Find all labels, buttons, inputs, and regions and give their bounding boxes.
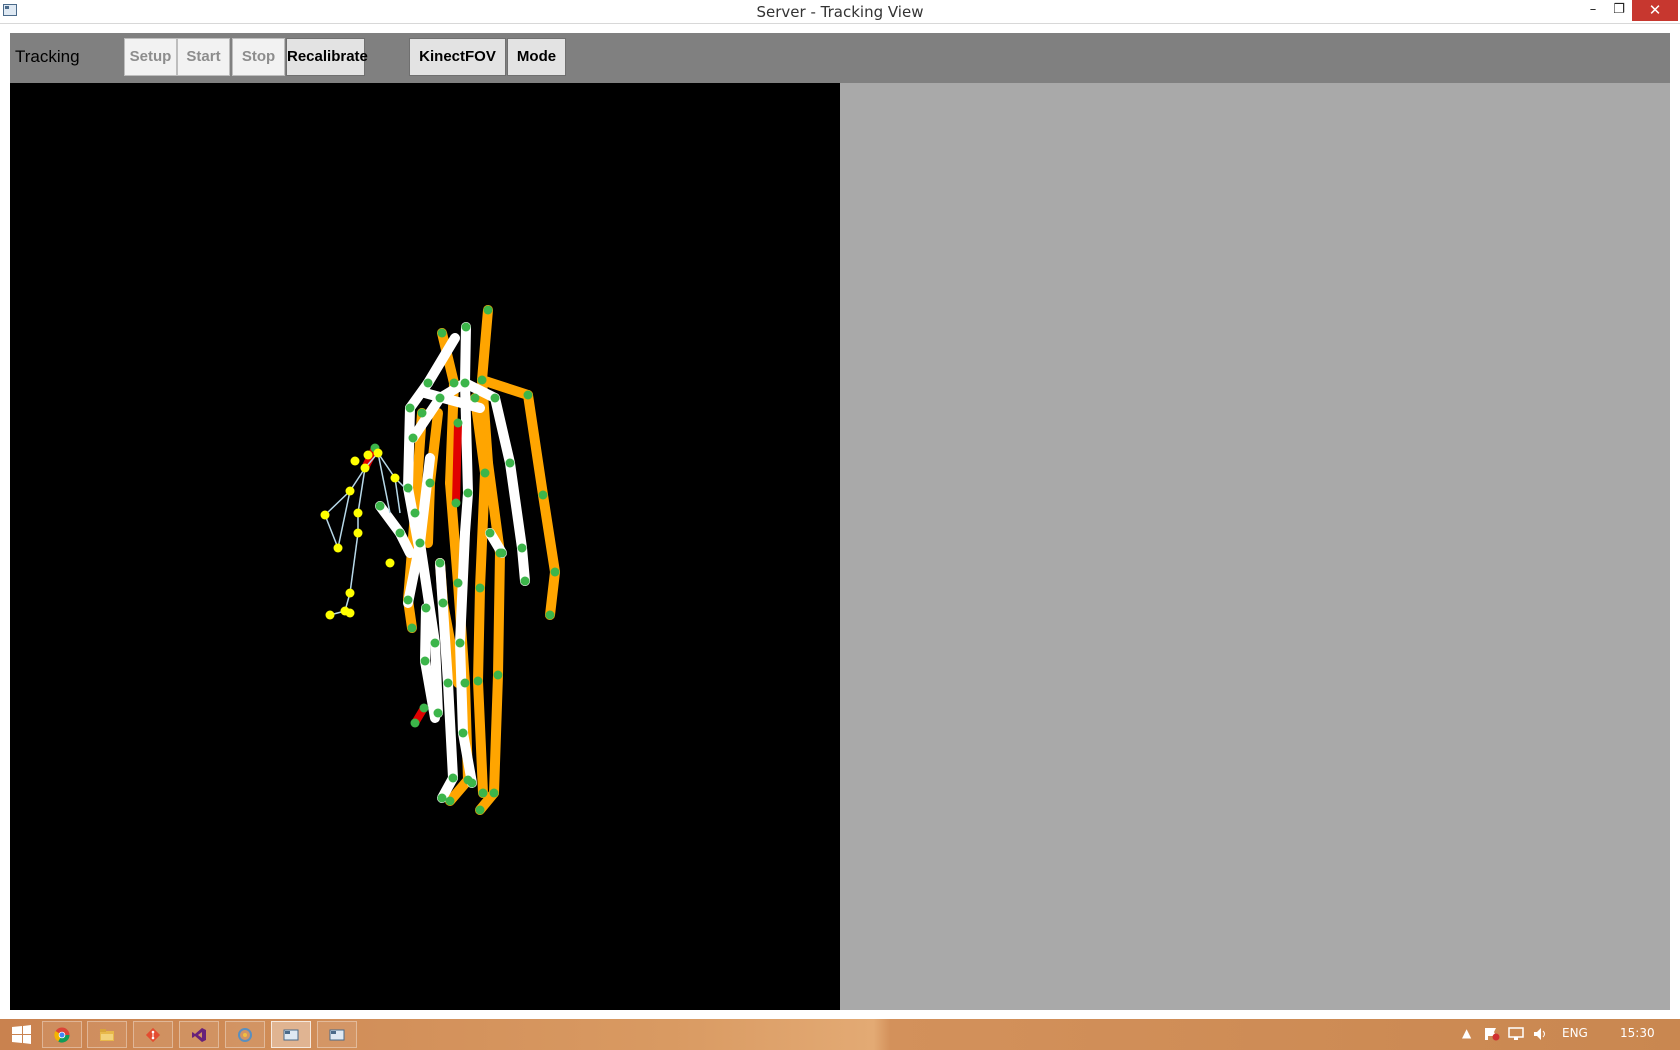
start-button[interactable]: Start [177,38,230,76]
tracking-label: Tracking [15,47,80,66]
server-window-icon [283,1029,299,1041]
taskbar: ▲ ENG 15:30 [0,1019,1680,1050]
taskbar-server-window-2[interactable] [317,1021,357,1048]
file-explorer-icon [100,1029,114,1041]
git-icon [145,1027,161,1043]
kinect-fov-button[interactable]: KinectFOV [409,38,506,76]
chrome-icon [54,1027,70,1043]
language-indicator[interactable]: ENG [1562,1026,1588,1040]
stop-button[interactable]: Stop [232,38,285,76]
title-bar: Server - Tracking View – ❐ ✕ [0,0,1680,24]
action-center-icon[interactable] [1484,1027,1500,1041]
setup-button[interactable]: Setup [124,38,177,76]
maximize-button[interactable]: ❐ [1602,0,1636,21]
tray-overflow-icon[interactable]: ▲ [1462,1026,1471,1040]
taskbar-app[interactable] [225,1021,265,1048]
secondary-view[interactable] [840,83,1670,1010]
window-title: Server - Tracking View [756,3,924,21]
visual-studio-icon [192,1028,206,1042]
windows-start-icon[interactable] [4,1025,32,1045]
taskbar-server-window[interactable] [271,1021,311,1048]
taskbar-chrome[interactable] [42,1021,82,1048]
server-window-icon-2 [329,1029,345,1041]
taskbar-visual-studio[interactable] [179,1021,219,1048]
toolbar: Tracking Setup Start Stop Recalibrate Ki… [10,33,1670,83]
skeleton-render [320,305,560,815]
recalibrate-button[interactable]: Recalibrate [286,38,368,76]
app-icon [238,1028,252,1042]
taskbar-file-explorer[interactable] [87,1021,127,1048]
volume-icon[interactable] [1533,1027,1547,1041]
tracking-canvas[interactable] [10,83,840,1010]
mode-button[interactable]: Mode [507,38,566,76]
taskbar-git[interactable] [133,1021,173,1048]
close-button[interactable]: ✕ [1632,0,1678,21]
clock[interactable]: 15:30 [1620,1026,1655,1040]
network-icon[interactable] [1508,1027,1524,1041]
